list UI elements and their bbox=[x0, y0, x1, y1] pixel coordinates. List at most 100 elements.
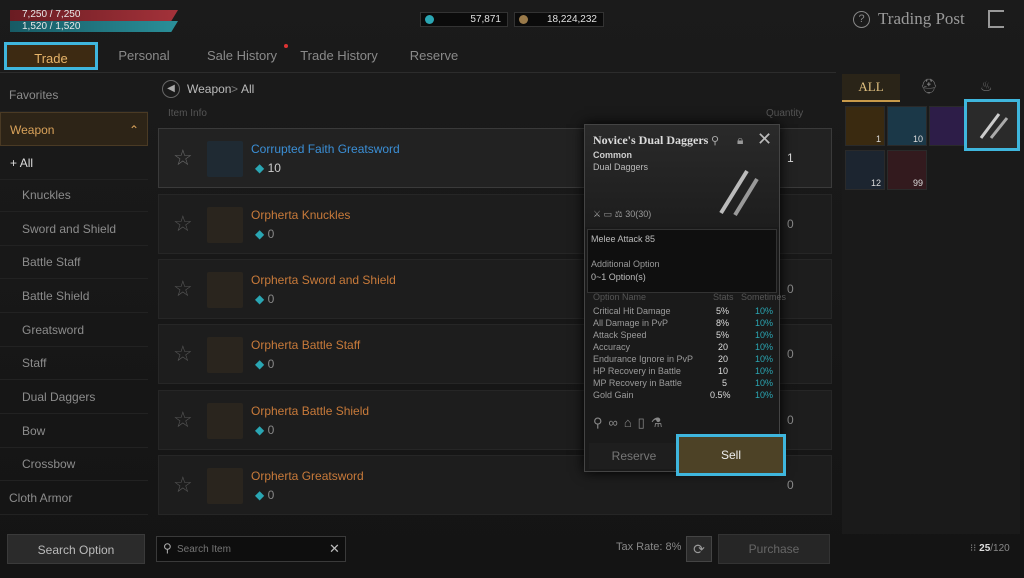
exit-icon[interactable] bbox=[988, 10, 1004, 28]
item-quantity: 0 bbox=[787, 478, 794, 492]
search-icon[interactable]: ⚲ bbox=[711, 134, 719, 147]
sidebar-weapon[interactable]: Weapon ⌃ bbox=[0, 112, 148, 146]
battle-staff-icon bbox=[207, 337, 243, 373]
diamond-icon: ◆ bbox=[255, 292, 268, 306]
no-trade-icon: ⚔ bbox=[593, 209, 602, 219]
option-row: MP Recovery in Battle 5 10% bbox=[593, 378, 774, 388]
sidebar-favorites[interactable]: Favorites bbox=[0, 78, 148, 112]
back-icon[interactable]: ◀ bbox=[162, 80, 180, 98]
tab-sale-history[interactable]: Sale History bbox=[198, 42, 286, 70]
item-name: Orpherta Knuckles bbox=[251, 208, 351, 222]
plus-icon: + bbox=[10, 156, 20, 170]
favorite-star-icon[interactable]: ☆ bbox=[173, 409, 195, 431]
search-option-button[interactable]: Search Option bbox=[7, 534, 145, 564]
tax-rate: Tax Rate: 8% bbox=[616, 541, 682, 553]
bank-icon[interactable]: ⌂ bbox=[624, 415, 638, 430]
refresh-icon[interactable]: ⟳ bbox=[686, 536, 712, 562]
helmet-icon[interactable]: ⛑ bbox=[920, 78, 938, 95]
item-name: Orpherta Greatsword bbox=[251, 469, 364, 483]
sidebar-item-knuckles[interactable]: Knuckles bbox=[0, 178, 148, 212]
inventory-slot[interactable]: 1 bbox=[845, 106, 885, 146]
tab-trade-history[interactable]: Trade History bbox=[296, 42, 382, 70]
link-icon[interactable]: ∞ bbox=[609, 415, 624, 430]
item-quantity: 0 bbox=[787, 282, 794, 296]
gold-counter: 18,224,232 bbox=[514, 12, 604, 27]
clear-icon[interactable]: ✕ bbox=[329, 541, 340, 557]
inventory-slot[interactable]: 12 bbox=[845, 150, 885, 190]
reserve-button[interactable]: Reserve bbox=[589, 443, 679, 469]
close-icon[interactable]: ✕ bbox=[757, 129, 772, 150]
trading-post-screen: 7,250 / 7,250 1,520 / 1,520 57,871 18,22… bbox=[0, 0, 1024, 578]
sidebar-item-bow[interactable]: Bow bbox=[0, 414, 148, 448]
inventory-tab-all[interactable]: ALL bbox=[842, 74, 900, 102]
item-quantity: 0 bbox=[787, 413, 794, 427]
sidebar-item-all[interactable]: + All bbox=[0, 146, 148, 180]
knuckles-icon bbox=[207, 207, 243, 243]
location-icon[interactable]: ⚲ bbox=[593, 415, 609, 430]
popup-title: Novice's Dual Daggers bbox=[593, 133, 709, 147]
sidebar-item-battle-shield[interactable]: Battle Shield bbox=[0, 279, 148, 313]
item-price: ◆ 0 bbox=[255, 423, 275, 437]
item-name: Orpherta Sword and Shield bbox=[251, 273, 396, 287]
favorite-star-icon[interactable]: ☆ bbox=[173, 147, 195, 169]
popup-actions: ⚲∞⌂▯⚗ bbox=[593, 415, 668, 431]
tab-trade[interactable]: Trade bbox=[4, 42, 98, 70]
option-row: Attack Speed 5% 10% bbox=[593, 330, 774, 340]
battle-shield-icon bbox=[207, 403, 243, 439]
sidebar-item-dual-daggers[interactable]: Dual Daggers bbox=[0, 380, 148, 414]
list-header: Item Info Quantity bbox=[158, 104, 832, 124]
item-price: ◆ 0 bbox=[255, 292, 275, 306]
diamond-icon: ◆ bbox=[255, 488, 268, 502]
sidebar-item-staff[interactable]: Staff bbox=[0, 346, 148, 380]
option-row: Gold Gain 0.5% 10% bbox=[593, 390, 774, 400]
search-bar[interactable]: ⚲ ✕ bbox=[156, 536, 346, 562]
breadcrumb-category[interactable]: Weapon bbox=[187, 78, 231, 100]
sword-and-shield-icon bbox=[207, 272, 243, 308]
sell-button[interactable]: Sell bbox=[676, 434, 786, 476]
diamond-icon: ◆ bbox=[255, 161, 268, 175]
tab-personal[interactable]: Personal bbox=[104, 42, 184, 70]
sidebar-item-greatsword[interactable]: Greatsword bbox=[0, 313, 148, 347]
dual-daggers-icon bbox=[719, 169, 759, 217]
purchase-button[interactable]: Purchase bbox=[718, 534, 830, 564]
sidebar-item-all-label: All bbox=[19, 156, 34, 170]
item-quantity: 0 bbox=[787, 347, 794, 361]
notification-dot bbox=[284, 44, 288, 48]
sidebar-item-crossbow[interactable]: Crossbow bbox=[0, 447, 148, 481]
favorite-star-icon[interactable]: ☆ bbox=[173, 213, 195, 235]
search-icon: ⚲ bbox=[163, 541, 172, 555]
lock-icon[interactable]: 🔒︎ bbox=[737, 133, 743, 148]
item-price: ◆ 0 bbox=[255, 357, 275, 371]
sidebar-cloth-armor[interactable]: Cloth Armor bbox=[0, 481, 148, 515]
weight-icon: ⚖ bbox=[614, 209, 623, 219]
popup-stat: Melee Attack 85 bbox=[591, 234, 656, 244]
sidebar-item-sword-and-shield[interactable]: Sword and Shield bbox=[0, 212, 148, 246]
inventory-slot[interactable]: 10 bbox=[887, 106, 927, 146]
option-row: Accuracy 20 10% bbox=[593, 342, 774, 352]
inventory-slot-dual-daggers[interactable] bbox=[964, 99, 1020, 151]
inventory-slot[interactable] bbox=[929, 106, 969, 146]
favorite-star-icon[interactable]: ☆ bbox=[173, 278, 195, 300]
diamond-counter: 57,871 bbox=[420, 12, 508, 27]
sidebar-item-battle-staff[interactable]: Battle Staff bbox=[0, 245, 148, 279]
item-name: Corrupted Faith Greatsword bbox=[251, 142, 400, 156]
search-input[interactable] bbox=[177, 540, 323, 558]
diamond-icon: ◆ bbox=[255, 227, 268, 241]
breadcrumb-separator: > bbox=[231, 82, 239, 96]
popup-grade: Common bbox=[593, 150, 632, 160]
gold-icon bbox=[519, 15, 528, 24]
inventory-slot[interactable]: 99 bbox=[887, 150, 927, 190]
item-price: ◆ 10 bbox=[255, 161, 281, 175]
bag-icon: ▭ bbox=[603, 209, 613, 219]
favorite-star-icon[interactable]: ☆ bbox=[173, 343, 195, 365]
tab-reserve[interactable]: Reserve bbox=[396, 42, 472, 70]
help-icon[interactable]: ? bbox=[853, 11, 870, 28]
favorite-star-icon[interactable]: ☆ bbox=[173, 474, 195, 496]
book-icon[interactable]: ▯ bbox=[638, 415, 651, 430]
potion-icon[interactable]: ♨ bbox=[980, 78, 993, 95]
mp-value: 1,520 / 1,520 bbox=[22, 21, 81, 32]
item-price: ◆ 0 bbox=[255, 488, 275, 502]
popup-flags: ⚔ ▭ ⚖ 30(30) bbox=[593, 209, 651, 220]
category-sidebar: Favorites Weapon ⌃ + All Knuckles Sword … bbox=[0, 78, 150, 518]
lamp-icon[interactable]: ⚗ bbox=[651, 415, 669, 430]
